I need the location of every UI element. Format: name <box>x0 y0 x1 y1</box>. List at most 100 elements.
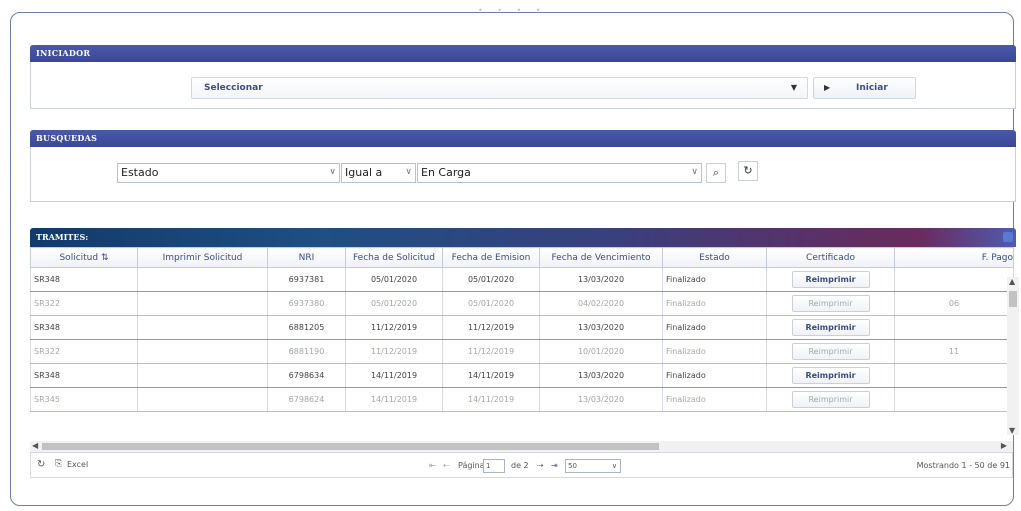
cell-solicitud: SR345 <box>30 387 138 412</box>
cell-fecha-emision: 11/12/2019 <box>442 339 540 364</box>
reimprimir-button[interactable]: Reimprimir <box>791 295 870 312</box>
cell-imprimir[interactable] <box>137 315 268 340</box>
reimprimir-button[interactable]: Reimprimir <box>791 271 870 288</box>
reimprimir-button[interactable]: Reimprimir <box>791 367 870 384</box>
filter-value-select[interactable]: En Carga ∨ <box>417 163 702 183</box>
cell-solicitud: SR348 <box>30 315 138 340</box>
reimprimir-button[interactable]: Reimprimir <box>791 343 870 360</box>
last-page-icon[interactable]: ⇥ <box>551 461 558 470</box>
cell-f-pago <box>894 267 1014 292</box>
col-fecha-solicitud[interactable]: Fecha de Solicitud <box>345 247 443 268</box>
table-row[interactable]: SR348 6881205 11/12/2019 11/12/2019 13/0… <box>30 315 1014 340</box>
iniciar-label: Iniciar <box>856 83 888 93</box>
horizontal-scrollbar[interactable]: ◀ ▶ <box>30 441 1013 452</box>
tramite-select[interactable]: Seleccionar ▼ <box>191 77 808 99</box>
cell-imprimir[interactable] <box>137 387 268 412</box>
cell-nri: 6798624 <box>267 387 346 412</box>
vertical-scroll-thumb[interactable] <box>1009 291 1017 307</box>
cell-certificado: Reimprimir <box>766 339 895 364</box>
col-f-pago[interactable]: F. Pago <box>894 247 1014 268</box>
tramites-table: Solicitud ⇅ Imprimir Solicitud NRI Fecha… <box>30 247 1014 412</box>
col-fecha-vencimiento[interactable]: Fecha de Vencimiento <box>539 247 663 268</box>
page-of-label: de 2 <box>511 461 529 470</box>
refresh-button[interactable]: ↻ <box>738 161 758 181</box>
next-page-icon[interactable]: ⇢ <box>537 461 544 470</box>
cell-estado: Finalizado <box>662 387 767 412</box>
cell-nri: 6937380 <box>267 291 346 316</box>
col-nri[interactable]: NRI <box>267 247 346 268</box>
cell-fecha-solicitud: 11/12/2019 <box>345 339 443 364</box>
scroll-left-icon[interactable]: ◀ <box>32 441 38 450</box>
cell-fecha-emision: 14/11/2019 <box>442 387 540 412</box>
reimprimir-button[interactable]: Reimprimir <box>791 391 870 408</box>
filter-field-select[interactable]: Estado ∨ <box>117 163 340 183</box>
col-imprimir[interactable]: Imprimir Solicitud <box>137 247 268 268</box>
cell-fecha-solicitud: 05/01/2020 <box>345 267 443 292</box>
cell-imprimir[interactable] <box>137 363 268 388</box>
cell-certificado: Reimprimir <box>766 363 895 388</box>
chevron-down-icon: ∨ <box>405 167 412 177</box>
chevron-down-icon: ▼ <box>790 83 797 92</box>
cell-fecha-solicitud: 11/12/2019 <box>345 315 443 340</box>
cell-fecha-solicitud: 14/11/2019 <box>345 363 443 388</box>
excel-export-link[interactable]: Excel <box>67 460 88 469</box>
scroll-up-icon[interactable]: ▲ <box>1009 277 1015 286</box>
play-icon: ▶ <box>824 83 831 92</box>
cell-imprimir[interactable] <box>137 267 268 292</box>
cell-certificado: Reimprimir <box>766 315 895 340</box>
cell-estado: Finalizado <box>662 315 767 340</box>
sort-icon: ⇅ <box>100 252 109 263</box>
iniciar-button[interactable]: ▶ Iniciar <box>813 77 916 99</box>
cell-certificado: Reimprimir <box>766 267 895 292</box>
cell-f-pago: 11 <box>894 339 1014 364</box>
search-button[interactable]: ⌕ <box>706 163 726 183</box>
col-certificado[interactable]: Certificado <box>766 247 895 268</box>
table-row[interactable]: SR345 6798624 14/11/2019 14/11/2019 13/0… <box>30 387 1014 412</box>
scroll-right-icon[interactable]: ▶ <box>1001 441 1007 450</box>
excel-icon[interactable]: ⎘ <box>55 459 62 469</box>
reimprimir-button[interactable]: Reimprimir <box>791 319 870 336</box>
table-row[interactable]: SR322 6937380 05/01/2020 05/01/2020 04/0… <box>30 291 1014 316</box>
prev-page-icon[interactable]: ⇠ <box>443 461 450 470</box>
cell-f-pago <box>894 315 1014 340</box>
first-page-icon[interactable]: ⇤ <box>429 461 436 470</box>
col-fecha-emision[interactable]: Fecha de Emision <box>442 247 540 268</box>
cell-imprimir[interactable] <box>137 339 268 364</box>
page-size-select[interactable]: 50 ∨ <box>565 459 621 473</box>
col-estado[interactable]: Estado <box>662 247 767 268</box>
reload-icon[interactable]: ↻ <box>37 459 45 470</box>
cell-fecha-vencimiento: 13/03/2020 <box>539 267 663 292</box>
cell-estado: Finalizado <box>662 291 767 316</box>
filter-operator-select[interactable]: Igual a ∨ <box>341 163 416 183</box>
window-dots: • • • • <box>478 6 547 15</box>
cell-estado: Finalizado <box>662 363 767 388</box>
iniciador-body: Seleccionar ▼ ▶ Iniciar <box>30 62 1016 109</box>
table-row[interactable]: SR322 6881190 11/12/2019 11/12/2019 10/0… <box>30 339 1014 364</box>
filter-operator-value: Igual a <box>345 166 383 179</box>
col-solicitud[interactable]: Solicitud ⇅ <box>30 247 138 268</box>
scroll-down-icon[interactable]: ▼ <box>1009 426 1015 435</box>
cell-fecha-solicitud: 14/11/2019 <box>345 387 443 412</box>
cell-fecha-vencimiento: 04/02/2020 <box>539 291 663 316</box>
cell-fecha-vencimiento: 13/03/2020 <box>539 387 663 412</box>
cell-nri: 6881205 <box>267 315 346 340</box>
cell-fecha-emision: 14/11/2019 <box>442 363 540 388</box>
cell-f-pago: 06 <box>894 291 1014 316</box>
cell-imprimir[interactable] <box>137 291 268 316</box>
vertical-scrollbar[interactable]: ▲ ▼ <box>1007 277 1019 435</box>
cell-fecha-vencimiento: 10/01/2020 <box>539 339 663 364</box>
table-row[interactable]: SR348 6937381 05/01/2020 05/01/2020 13/0… <box>30 267 1014 292</box>
iniciador-panel: INICIADOR Seleccionar ▼ ▶ Iniciar <box>30 45 1016 109</box>
page-input[interactable]: 1 <box>483 459 505 473</box>
tramites-title: TRAMITES: <box>36 232 89 242</box>
search-icon: ⌕ <box>712 166 720 179</box>
page-size-value: 50 <box>568 462 577 470</box>
cell-solicitud: SR322 <box>30 339 138 364</box>
panel-toggle-icon[interactable] <box>1003 232 1013 242</box>
page-label: Página <box>458 461 485 470</box>
table-row[interactable]: SR348 6798634 14/11/2019 14/11/2019 13/0… <box>30 363 1014 388</box>
cell-fecha-solicitud: 05/01/2020 <box>345 291 443 316</box>
tramite-select-value: Seleccionar <box>204 83 263 93</box>
horizontal-scroll-thumb[interactable] <box>42 443 659 450</box>
cell-estado: Finalizado <box>662 339 767 364</box>
